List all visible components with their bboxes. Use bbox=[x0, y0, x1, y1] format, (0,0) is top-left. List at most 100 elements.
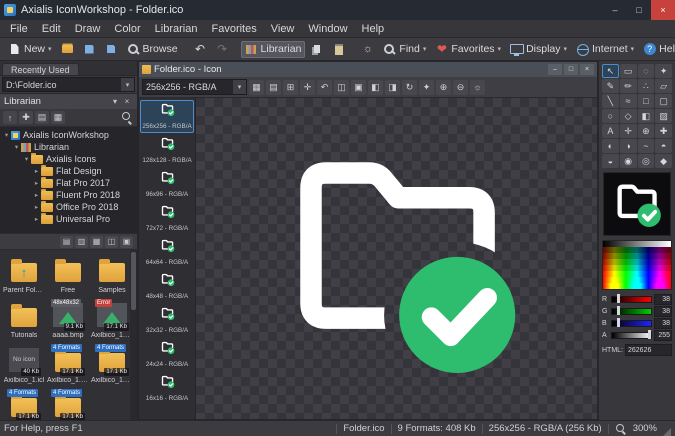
format-item[interactable]: 72x72 - RGB/A bbox=[140, 202, 194, 235]
close-button[interactable]: × bbox=[651, 0, 675, 20]
combo-dropdown-icon[interactable]: ▾ bbox=[121, 78, 134, 91]
channel-value[interactable]: 38 bbox=[654, 318, 672, 329]
format-item[interactable]: 128x128 - RGB/A bbox=[140, 134, 194, 167]
html-color-field[interactable]: 262626 bbox=[625, 344, 672, 356]
display-button[interactable]: Display ▾ bbox=[506, 41, 571, 58]
library-item[interactable]: Error 17.1 Kb Axilbico_1.b... bbox=[91, 298, 130, 341]
library-item[interactable]: 4 Formats 17.1 Kb Axilbico_1.b... bbox=[91, 343, 130, 386]
smudge-tool[interactable]: ~ bbox=[638, 139, 655, 153]
color-picker-tool[interactable]: ✛ bbox=[620, 124, 637, 138]
library-item[interactable]: 4 Formats 17.1 Kb Axilbico_1.ico bbox=[47, 343, 89, 386]
resize-grip[interactable] bbox=[663, 428, 671, 436]
recent-file-combo[interactable]: D:\Folder.ico ▾ bbox=[2, 77, 135, 92]
fill-tool[interactable]: ◧ bbox=[638, 109, 655, 123]
undo-icon[interactable]: ↶ bbox=[317, 80, 332, 95]
tree-expander-icon[interactable]: ▸ bbox=[32, 179, 41, 187]
scrollbar-thumb[interactable] bbox=[131, 252, 136, 310]
save-all-button[interactable] bbox=[101, 41, 122, 58]
format-item[interactable]: 64x64 - RGB/A bbox=[140, 236, 194, 269]
magic-wand-tool[interactable]: ✦ bbox=[655, 64, 672, 78]
pencil-tool[interactable]: ✎ bbox=[602, 79, 619, 93]
open-button[interactable] bbox=[57, 41, 78, 58]
format-item[interactable]: 256x256 - RGB/A bbox=[140, 100, 194, 133]
library-item[interactable]: Free bbox=[47, 253, 89, 296]
checker-toggle-icon[interactable]: ▤ bbox=[266, 80, 281, 95]
curve-tool[interactable]: ≈ bbox=[620, 94, 637, 108]
slider-thumb[interactable] bbox=[617, 306, 620, 315]
format-item[interactable]: 24x24 - RGB/A bbox=[140, 338, 194, 371]
list-view-button[interactable]: ▤ bbox=[35, 111, 49, 124]
browse-button[interactable]: Browse bbox=[123, 41, 182, 58]
library-item[interactable]: Samples bbox=[91, 253, 130, 296]
dodge-tool[interactable]: ◓ bbox=[655, 139, 672, 153]
flip-vertical-icon[interactable]: ◨ bbox=[385, 80, 400, 95]
text-tool[interactable]: A bbox=[602, 124, 619, 138]
format-item[interactable]: 96x96 - RGB/A bbox=[140, 168, 194, 201]
librarian-toggle-button[interactable]: Librarian bbox=[241, 41, 306, 58]
channel-slider[interactable] bbox=[611, 320, 652, 327]
library-item[interactable]: Tutorials bbox=[3, 298, 45, 341]
format-selector-combo[interactable]: 256x256 - RGB/A ▾ bbox=[142, 79, 247, 95]
list-small-view-button[interactable]: ▥ bbox=[75, 236, 88, 248]
ellipse-tool[interactable]: ○ bbox=[602, 109, 619, 123]
move-tool[interactable]: ✚ bbox=[655, 124, 672, 138]
zoom-in-icon[interactable]: ⊕ bbox=[436, 80, 451, 95]
copy-format-icon[interactable]: ◫ bbox=[334, 80, 349, 95]
gradient-tool[interactable]: ▨ bbox=[655, 109, 672, 123]
minimize-button[interactable]: – bbox=[603, 0, 627, 20]
search-icon[interactable] bbox=[120, 111, 134, 124]
tree-item[interactable]: ▾ Axialis IconWorkshop bbox=[0, 129, 137, 141]
zoom-tool[interactable]: ⊕ bbox=[638, 124, 655, 138]
copy-button[interactable] bbox=[306, 41, 327, 58]
menu-item[interactable]: Favorites bbox=[204, 22, 263, 36]
library-item[interactable]: 4 Formats 17.1 Kb bbox=[3, 388, 45, 420]
menu-item[interactable]: View bbox=[264, 22, 302, 36]
line-tool[interactable]: ╲ bbox=[602, 94, 619, 108]
tree-item[interactable]: ▸ Fluent Pro 2018 bbox=[0, 189, 137, 201]
editing-canvas[interactable] bbox=[196, 98, 597, 419]
settings-button[interactable]: ☼ bbox=[357, 41, 378, 58]
library-item[interactable]: 48x48x32 9.1 Kb aaaa.bmp bbox=[47, 298, 89, 341]
preview-pane-button[interactable]: ▣ bbox=[120, 236, 133, 248]
doc-maximize-button[interactable]: □ bbox=[564, 64, 578, 75]
rectangle-tool[interactable]: □ bbox=[638, 94, 655, 108]
crosshair-icon[interactable]: ✛ bbox=[300, 80, 315, 95]
tree-expander-icon[interactable]: ▸ bbox=[32, 203, 41, 211]
slider-thumb[interactable] bbox=[617, 294, 620, 303]
paste-format-icon[interactable]: ▣ bbox=[351, 80, 366, 95]
menu-item[interactable]: File bbox=[3, 22, 35, 36]
tree-expander-icon[interactable]: ▸ bbox=[32, 191, 41, 199]
tree-expander-icon[interactable]: ▸ bbox=[32, 215, 41, 223]
combo-dropdown-icon[interactable]: ▾ bbox=[233, 80, 246, 94]
tree-expander-icon[interactable]: ▾ bbox=[12, 143, 21, 151]
parent-folder-button[interactable]: ↑ bbox=[3, 111, 17, 124]
redo-button[interactable]: ↷ bbox=[212, 41, 233, 58]
format-item[interactable]: 16x16 - RGB/A bbox=[140, 372, 194, 405]
menu-item[interactable]: Draw bbox=[68, 22, 108, 36]
center-lines-icon[interactable]: ⊞ bbox=[283, 80, 298, 95]
channel-slider[interactable] bbox=[611, 332, 652, 339]
zoom-level[interactable]: 300% bbox=[633, 423, 657, 434]
librarian-scrollbar[interactable] bbox=[130, 250, 137, 420]
flip-horizontal-icon[interactable]: ◧ bbox=[368, 80, 383, 95]
tree-item[interactable]: ▸ Flat Pro 2017 bbox=[0, 177, 137, 189]
zoom-out-icon[interactable]: ⊖ bbox=[453, 80, 468, 95]
channel-slider[interactable] bbox=[611, 296, 652, 303]
menu-item[interactable]: Librarian bbox=[148, 22, 205, 36]
tree-item[interactable]: ▾ Axialis Icons bbox=[0, 153, 137, 165]
doc-minimize-button[interactable]: – bbox=[548, 64, 562, 75]
brush-tool[interactable]: ✏ bbox=[620, 79, 637, 93]
channel-value[interactable]: 255 bbox=[654, 330, 672, 341]
doc-close-button[interactable]: × bbox=[580, 64, 594, 75]
find-button[interactable]: Find ▾ bbox=[379, 41, 430, 58]
channel-value[interactable]: 38 bbox=[654, 294, 672, 305]
panel-close-button[interactable]: × bbox=[121, 97, 133, 106]
library-item[interactable]: Parent Folder bbox=[3, 253, 45, 296]
airbrush-tool[interactable]: ∴ bbox=[638, 79, 655, 93]
internet-button[interactable]: Internet ▾ bbox=[572, 41, 638, 58]
select-tool[interactable]: ↖ bbox=[602, 64, 619, 78]
tree-expander-icon[interactable]: ▾ bbox=[2, 131, 11, 139]
grid-toggle-icon[interactable]: ▦ bbox=[249, 80, 264, 95]
thumbnail-view-button[interactable]: ▦ bbox=[51, 111, 65, 124]
format-item[interactable]: 48x48 - RGB/A bbox=[140, 270, 194, 303]
